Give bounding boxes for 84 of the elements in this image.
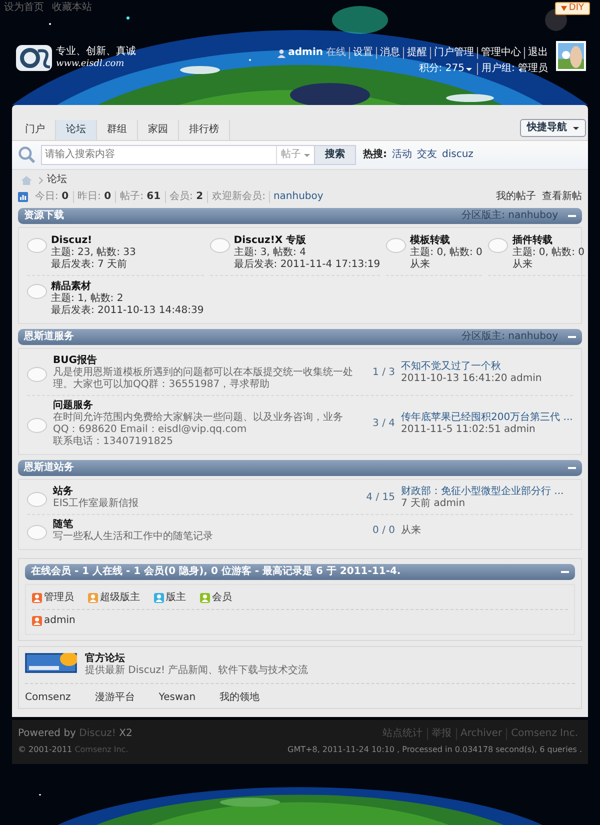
copyright: © 2001-2011 Comsenz Inc.: [18, 744, 128, 756]
chart-icon: [18, 192, 28, 202]
quick-nav-button[interactable]: 快捷导航: [520, 119, 586, 137]
speech-bubble-icon: [27, 492, 47, 507]
friend-link-title[interactable]: 官方论坛: [85, 653, 308, 665]
stat-item: 今日: 0: [31, 191, 74, 203]
last-post-info: 2011-11-5 11:02:51 admin: [401, 424, 536, 436]
category-title: 资源下载: [24, 210, 64, 222]
stat-item: 昨日: 0: [74, 191, 116, 203]
search-button[interactable]: 搜索: [314, 146, 355, 164]
thread-post-count: 3 / 4: [372, 418, 395, 430]
breadcrumb-item[interactable]: 论坛: [47, 174, 67, 186]
hot-search-link[interactable]: 活动: [392, 149, 412, 161]
forum-title[interactable]: 问题服务: [53, 400, 353, 412]
last-post-info: 从来: [401, 525, 422, 537]
online-user-link[interactable]: admin: [44, 615, 76, 627]
category-title: 恩斯道站务: [24, 462, 74, 474]
thread-post-count: 1 / 3: [372, 367, 395, 379]
home-icon: [21, 176, 32, 184]
friend-link[interactable]: 漫游平台: [94, 692, 135, 704]
last-post: 从来: [512, 259, 534, 271]
forum-description: 写一些私人生活和工作中的随笔记录: [53, 531, 214, 543]
welcome-label: 欢迎新会员:: [208, 191, 270, 203]
forum-description: 在时间允许范围内免费给大家解决一些问题、以及业务咨询，业务QQ：698620 Email：eisdl@vip.qq.com 联系电话：13407191825: [53, 412, 344, 448]
last-post: 最后发表: 2011-10-13 14:48:39: [51, 305, 204, 317]
forum-title[interactable]: BUG报告: [53, 355, 353, 367]
nav-tab[interactable]: 论坛: [56, 120, 97, 140]
banner-logo[interactable]: [25, 653, 77, 673]
online-title: 在线会员 - 1 人在线 - 1 会员(0 隐身), 0 位游客 - 最高记录是 6 于 2011-11-4.: [31, 566, 401, 578]
friend-link[interactable]: Comsenz: [25, 692, 71, 704]
last-post-info: 7 天前 admin: [401, 498, 466, 510]
speech-bubble-icon: [27, 284, 47, 299]
speech-bubble-icon: [488, 238, 508, 253]
forum-stats: 主题: 3, 帖数: 4: [234, 247, 307, 258]
category-title: 恩斯道服务: [24, 331, 74, 343]
forum-stats: 主题: 23, 帖数: 33: [51, 247, 136, 258]
last-post: 最后发表: 2011-11-4 17:13:19: [234, 259, 380, 271]
thread-post-count: 4 / 15: [365, 492, 395, 504]
forum-stats: 主题: 0, 帖数: 0: [410, 247, 482, 258]
legend-label: 管理员: [44, 592, 74, 604]
hot-search-link[interactable]: discuz: [442, 149, 474, 161]
speech-bubble-icon: [27, 367, 47, 382]
forum-stats: 主题: 0, 帖数: 0: [512, 247, 585, 258]
last-post: 从来: [410, 259, 432, 271]
speech-bubble-icon: [27, 418, 47, 433]
speech-bubble-icon: [210, 238, 230, 253]
forum-title[interactable]: 模板转载: [410, 235, 482, 247]
friend-link[interactable]: 我的领地: [220, 692, 260, 704]
post-link[interactable]: 查看新帖: [536, 191, 582, 203]
search-icon: [18, 146, 36, 164]
moderator-label: 分区版主: nanhuboy: [462, 210, 558, 222]
forum-stats: 主题: 1, 帖数: 2: [51, 293, 124, 304]
speech-bubble-icon: [27, 525, 47, 540]
legend-label: 版主: [166, 592, 186, 604]
thread-post-count: 0 / 0: [372, 525, 395, 537]
forum-description: EIS工作室最新信报: [53, 498, 140, 510]
page-stats: GMT+8, 2011-11-24 10:10 , Processed in 0.034178 second(s), 6 queries .: [288, 744, 582, 756]
legend-label: 会员: [212, 592, 232, 604]
speech-bubble-icon: [27, 238, 47, 253]
legend-label: 超级版主: [100, 592, 140, 604]
last-post-link[interactable]: 传年底苹果已经囤积200万台第三代 ...: [401, 412, 573, 424]
forum-title[interactable]: 站务: [53, 486, 353, 498]
search-field[interactable]: 请输入搜索内容 帖子 搜索: [41, 145, 356, 165]
last-post-link[interactable]: 不知不觉又过了一个秋: [401, 361, 573, 373]
friend-link[interactable]: Yeswan: [158, 692, 196, 704]
last-post-info: 2011-10-13 16:41:20 admin: [401, 373, 543, 385]
forum-title[interactable]: 插件转载: [512, 235, 585, 247]
last-post: 最后发表: 7 天前: [51, 259, 128, 271]
forum-title[interactable]: Discuz!X 专版: [234, 235, 380, 247]
stat-item: 会员: 2: [166, 191, 208, 203]
forum-title[interactable]: 随笔: [53, 519, 353, 531]
friend-link-description: 提供最新 Discuz! 产品新闻、软件下载与技术交流: [85, 665, 308, 677]
hot-search-label: 热搜:: [363, 149, 387, 161]
new-member-link[interactable]: nanhuboy: [270, 191, 324, 203]
post-link[interactable]: 我的帖子: [490, 191, 536, 203]
powered-by: Powered by Discuz! X2: [18, 728, 132, 740]
forum-title[interactable]: 精品素材: [51, 281, 204, 293]
speech-bubble-icon: [386, 238, 406, 253]
last-post-link[interactable]: 财政部：免征小型微型企业部分行 ...: [401, 486, 573, 498]
moderator-label: 分区版主: nanhuboy: [462, 331, 558, 343]
forum-title[interactable]: Discuz!: [51, 235, 136, 247]
hot-search-link[interactable]: 交友: [417, 149, 437, 161]
stat-item: 帖子: 61: [116, 191, 166, 203]
forum-description: 凡是使用恩斯道模板所遇到的问题都可以在本版提交统一收集统一处理。大家也可以加QQ群：36551987，寻求帮助: [53, 367, 353, 391]
